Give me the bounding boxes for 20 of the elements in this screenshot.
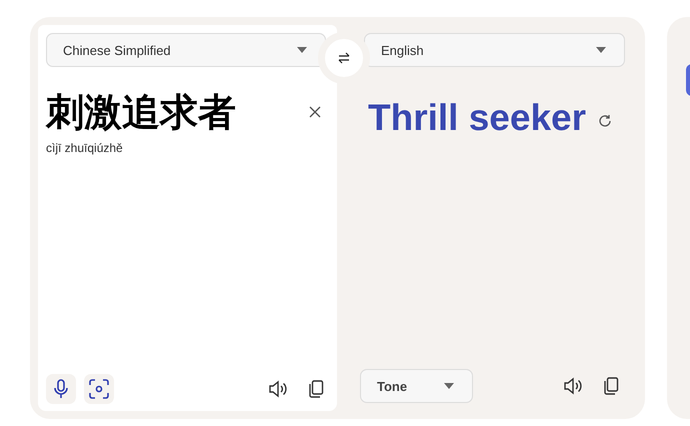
- speaker-icon[interactable]: [563, 377, 583, 395]
- source-text: 刺激追求者: [46, 89, 236, 135]
- swap-icon: [338, 52, 350, 64]
- caret-icon: [297, 47, 307, 53]
- caret-icon: [596, 47, 606, 53]
- copy-icon[interactable]: [603, 377, 619, 395]
- camera-button[interactable]: [84, 374, 114, 404]
- target-language-dropdown[interactable]: English: [364, 33, 625, 67]
- tone-dropdown[interactable]: Tone: [360, 369, 473, 403]
- romanization-text: cìjī zhuīqiúzhě: [46, 141, 124, 155]
- copy-icon[interactable]: [308, 380, 324, 398]
- microphone-icon: [54, 379, 68, 399]
- source-language-dropdown[interactable]: Chinese Simplified: [46, 33, 326, 67]
- refresh-icon[interactable]: [598, 114, 612, 128]
- caret-icon: [444, 383, 454, 389]
- speaker-icon[interactable]: [268, 380, 288, 398]
- translated-text: Thrill seeker: [367, 96, 586, 140]
- close-icon[interactable]: [309, 106, 321, 118]
- microphone-button[interactable]: [46, 374, 76, 404]
- camera-scan-icon: [89, 379, 109, 399]
